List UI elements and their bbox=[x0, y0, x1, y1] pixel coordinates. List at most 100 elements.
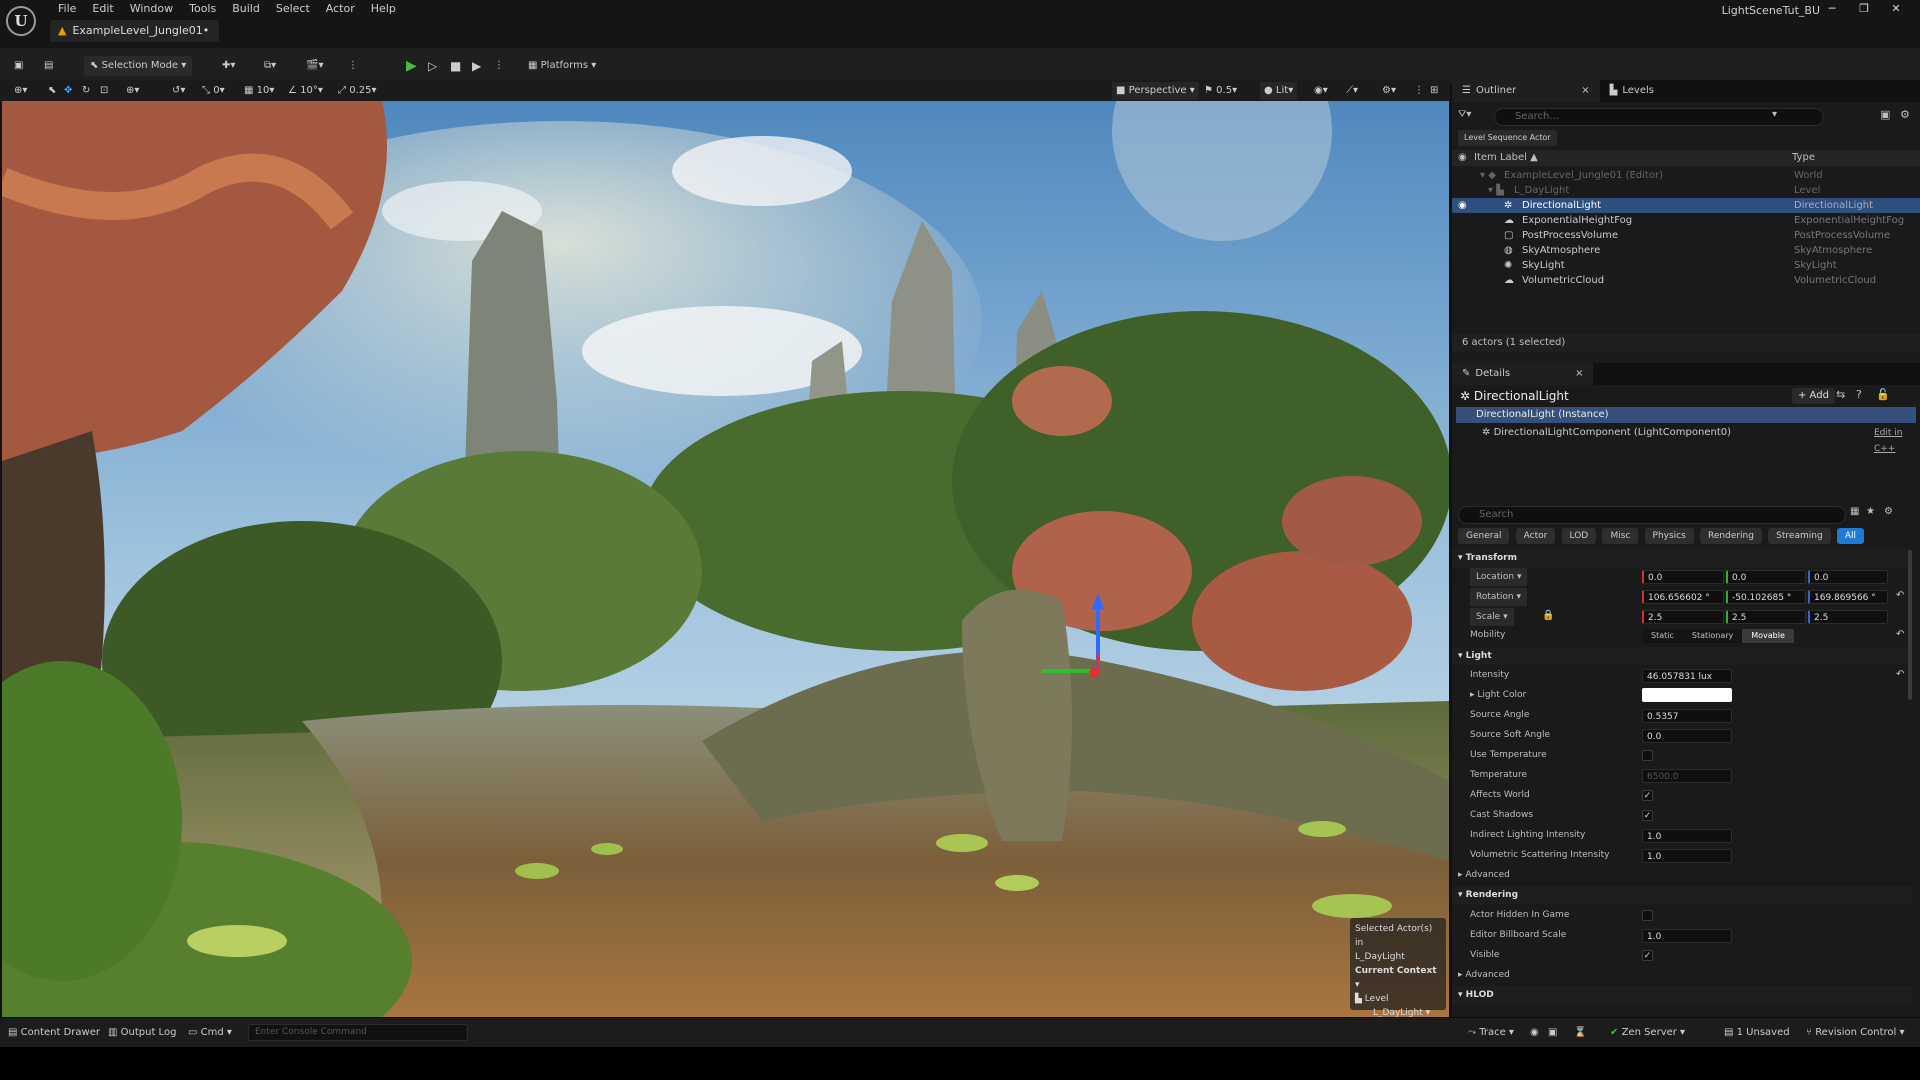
close-outliner-icon[interactable]: × bbox=[1581, 80, 1589, 102]
rotation-z-field[interactable]: 169.869566 ° bbox=[1808, 590, 1888, 604]
mobility-static[interactable]: Static bbox=[1642, 629, 1683, 643]
console-command-input[interactable]: Enter Console Command bbox=[248, 1024, 468, 1041]
search-dropdown-icon[interactable]: ▾ bbox=[1772, 109, 1777, 120]
scale-tool-icon[interactable]: ⊡ bbox=[96, 82, 112, 100]
tab-levels[interactable]: ▙ Levels bbox=[1600, 80, 1664, 102]
move-snap[interactable]: ⤡ 0▾ bbox=[198, 82, 229, 100]
location-z-field[interactable]: 0.0 bbox=[1808, 570, 1888, 584]
rendering-advanced-toggle[interactable]: ▸ Advanced bbox=[1458, 966, 1510, 984]
reset-rotation-icon[interactable]: ↶ bbox=[1896, 590, 1904, 601]
hlod-section[interactable]: ▾ HLOD bbox=[1452, 986, 1912, 1004]
lit-button[interactable]: ● Lit▾ bbox=[1260, 82, 1298, 100]
menu-actor[interactable]: Actor bbox=[318, 0, 363, 18]
surface-snap-icon[interactable]: ↺▾ bbox=[168, 82, 189, 100]
settings-icon[interactable]: ⚙▾ bbox=[1378, 82, 1400, 100]
mobility-movable[interactable]: Movable bbox=[1742, 629, 1794, 643]
filter-misc[interactable]: Misc bbox=[1602, 528, 1639, 544]
add-actor-icon[interactable]: ✚▾ bbox=[216, 56, 241, 76]
favorite-star-icon[interactable]: ★ bbox=[1866, 506, 1875, 517]
details-settings-icon[interactable]: ⚙ bbox=[1884, 506, 1893, 517]
source-soft-angle-field[interactable]: 0.0 bbox=[1642, 729, 1732, 743]
rotation-dropdown[interactable]: Rotation ▾ bbox=[1470, 588, 1528, 606]
level-tab[interactable]: ▲ ExampleLevel_Jungle01• bbox=[50, 20, 220, 42]
location-x-field[interactable]: 0.0 bbox=[1642, 570, 1724, 584]
filter-rendering[interactable]: Rendering bbox=[1700, 528, 1762, 544]
level-viewport[interactable] bbox=[2, 101, 1449, 1017]
rotate-snap[interactable]: ∠ 10°▾ bbox=[284, 82, 327, 100]
scale-y-field[interactable]: 2.5 bbox=[1726, 610, 1806, 624]
billboard-scale-field[interactable]: 1.0 bbox=[1642, 929, 1732, 943]
visible-checkbox[interactable]: ✓ bbox=[1642, 950, 1653, 961]
scale-dropdown[interactable]: Scale ▾ bbox=[1470, 608, 1514, 626]
visibility-eye-icon[interactable]: ◉ bbox=[1458, 198, 1467, 213]
play-icon[interactable]: ▶ bbox=[400, 56, 423, 76]
filter-streaming[interactable]: Streaming bbox=[1768, 528, 1831, 544]
screenshot-icon[interactable]: ▣ bbox=[1548, 1026, 1557, 1040]
viewport-menu-icon[interactable]: ⊕▾ bbox=[10, 82, 31, 100]
lock-icon[interactable]: 🔓 bbox=[1876, 388, 1890, 401]
launch-icon[interactable]: ▶ bbox=[466, 56, 487, 76]
show-flags-icon[interactable]: ◉▾ bbox=[1310, 82, 1332, 100]
rendering-section[interactable]: ▾ Rendering bbox=[1452, 886, 1912, 904]
light-advanced-toggle[interactable]: ▸ Advanced bbox=[1458, 866, 1510, 884]
close-details-icon[interactable]: × bbox=[1575, 363, 1583, 385]
menu-window[interactable]: Window bbox=[122, 0, 181, 18]
cmd-dropdown[interactable]: ▭ Cmd ▾ bbox=[188, 1026, 232, 1040]
trace-dropdown[interactable]: ⤳ Trace ▾ bbox=[1468, 1026, 1514, 1040]
type-column[interactable]: Type bbox=[1792, 150, 1815, 166]
tab-outliner[interactable]: ☰ Outliner × bbox=[1452, 80, 1600, 102]
reset-mobility-icon[interactable]: ↶ bbox=[1896, 629, 1904, 640]
item-label-column[interactable]: Item Label ▲ bbox=[1474, 150, 1538, 166]
perspective-button[interactable]: ■ Perspective ▾ bbox=[1112, 82, 1199, 100]
actor-hidden-checkbox[interactable] bbox=[1642, 910, 1653, 921]
platforms-button[interactable]: ▦ Platforms ▾ bbox=[522, 56, 602, 76]
output-log-button[interactable]: ▥ Output Log bbox=[108, 1026, 176, 1040]
outliner-filter-icon[interactable]: ⛛▾ bbox=[1458, 109, 1471, 120]
add-component-button[interactable]: + Add bbox=[1792, 388, 1835, 404]
current-context-dropdown[interactable]: Current Context ▾ bbox=[1355, 964, 1441, 992]
add-folder-icon[interactable]: ▣ bbox=[1880, 108, 1890, 121]
help-icon[interactable]: ? bbox=[1856, 388, 1862, 401]
layout-icon[interactable]: ⊞ bbox=[1426, 82, 1442, 100]
affects-world-checkbox[interactable]: ✓ bbox=[1642, 790, 1653, 801]
filter-actor[interactable]: Actor bbox=[1515, 528, 1556, 544]
cast-shadows-checkbox[interactable]: ✓ bbox=[1642, 810, 1653, 821]
blueprint-convert-icon[interactable]: ⇆ bbox=[1836, 388, 1845, 401]
rotation-y-field[interactable]: -50.102685 ° bbox=[1726, 590, 1806, 604]
cinematics-icon[interactable]: 🎬▾ bbox=[300, 56, 329, 76]
outliner-row-selected[interactable]: ◉ ✲ DirectionalLight DirectionalLight bbox=[1452, 198, 1920, 213]
scale-z-field[interactable]: 2.5 bbox=[1808, 610, 1888, 624]
outliner-row[interactable]: ▾ ◆ ExampleLevel_Jungle01 (Editor) World bbox=[1452, 168, 1920, 183]
component-row[interactable]: ✲ DirectionalLightComponent (LightCompon… bbox=[1482, 425, 1731, 441]
filter-general[interactable]: General bbox=[1458, 528, 1510, 544]
outliner-row[interactable]: ☁ VolumetricCloud VolumetricCloud bbox=[1452, 273, 1920, 288]
save-icon[interactable]: ▣ bbox=[8, 56, 29, 76]
filter-physics[interactable]: Physics bbox=[1644, 528, 1694, 544]
temperature-field[interactable]: 6500.0 bbox=[1642, 769, 1732, 783]
outliner-row[interactable]: ▾ ▙ L_DayLight Level bbox=[1452, 183, 1920, 198]
reset-intensity-icon[interactable]: ↶ bbox=[1896, 669, 1904, 680]
camera-speed[interactable]: ⚑ 0.5▾ bbox=[1200, 82, 1241, 100]
menu-file[interactable]: File bbox=[50, 0, 84, 18]
light-color-swatch[interactable] bbox=[1642, 688, 1732, 702]
selection-mode-button[interactable]: ⬉ Selection Mode ▾ bbox=[84, 56, 193, 76]
use-temperature-checkbox[interactable] bbox=[1642, 750, 1653, 761]
realtime-icon[interactable]: ⟋▾ bbox=[1342, 82, 1362, 100]
revision-control-dropdown[interactable]: ⑂ Revision Control ▾ bbox=[1806, 1026, 1905, 1040]
mobility-stationary[interactable]: Stationary bbox=[1683, 629, 1742, 643]
step-icon[interactable]: ▷ bbox=[422, 56, 443, 76]
outliner-row[interactable]: ◍ SkyAtmosphere SkyAtmosphere bbox=[1452, 243, 1920, 258]
world-space-icon[interactable]: ⊕▾ bbox=[122, 82, 143, 100]
scale-lock-icon[interactable]: 🔒 bbox=[1542, 610, 1554, 621]
zen-server-dropdown[interactable]: ✔ Zen Server ▾ bbox=[1610, 1026, 1685, 1040]
hourglass-icon[interactable]: ⌛ bbox=[1574, 1026, 1586, 1040]
tab-details[interactable]: ✎ Details × bbox=[1452, 363, 1594, 385]
location-dropdown[interactable]: Location ▾ bbox=[1470, 568, 1528, 586]
location-y-field[interactable]: 0.0 bbox=[1726, 570, 1806, 584]
grid-snap[interactable]: ▦ 10▾ bbox=[240, 82, 278, 100]
filter-lod[interactable]: LOD bbox=[1561, 528, 1597, 544]
minimize-icon[interactable]: ─ bbox=[1816, 0, 1848, 18]
stop-icon[interactable]: ■ bbox=[444, 56, 467, 76]
unsaved-button[interactable]: ▤ 1 Unsaved bbox=[1724, 1026, 1790, 1040]
outliner-settings-icon[interactable]: ⚙ bbox=[1900, 108, 1910, 121]
